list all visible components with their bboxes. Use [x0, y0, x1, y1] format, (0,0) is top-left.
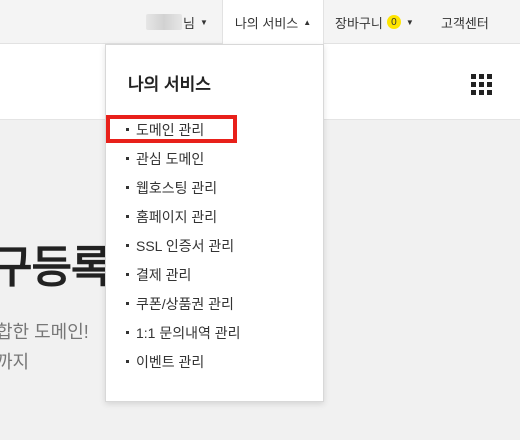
caret-down-icon: ▼	[199, 17, 208, 27]
bullet-icon	[126, 157, 129, 160]
menu-item-webhosting-management[interactable]: 웹호스팅 관리	[106, 173, 323, 202]
customer-center-link[interactable]: 고객센터	[441, 0, 489, 44]
my-service-dropdown: 나의 서비스 도메인 관리 관심 도메인 웹호스팅 관리 홈페이지 관리 SSL…	[105, 44, 324, 402]
dropdown-list: 도메인 관리 관심 도메인 웹호스팅 관리 홈페이지 관리 SSL 인증서 관리…	[106, 115, 323, 376]
user-name-blurred	[146, 14, 182, 30]
bullet-icon	[126, 360, 129, 363]
caret-up-icon: ▲	[303, 18, 312, 27]
bullet-icon	[126, 302, 129, 305]
menu-item-coupon-management[interactable]: 쿠폰/상품권 관리	[106, 289, 323, 318]
top-bar: 님 ▼ 나의 서비스 ▲ 장바구니 0 ▼ 고객센터	[0, 0, 520, 45]
my-service-label: 나의 서비스	[234, 16, 299, 31]
menu-item-favorite-domains[interactable]: 관심 도메인	[106, 144, 323, 173]
dropdown-title: 나의 서비스	[128, 75, 211, 94]
grid-apps-icon[interactable]	[471, 74, 492, 95]
menu-item-homepage-management[interactable]: 홈페이지 관리	[106, 202, 323, 231]
menu-item-payment-management[interactable]: 결제 관리	[106, 260, 323, 289]
hero-subtitle-line1: 합한 도메인!	[0, 322, 89, 342]
cart-menu[interactable]: 장바구니 0 ▼	[335, 0, 414, 44]
menu-item-ssl-management[interactable]: SSL 인증서 관리	[106, 231, 323, 260]
bullet-icon	[126, 273, 129, 276]
menu-item-event-management[interactable]: 이벤트 관리	[106, 347, 323, 376]
cart-label: 장바구니	[335, 15, 383, 31]
bullet-icon	[126, 186, 129, 189]
caret-down-icon: ▼	[405, 17, 414, 27]
my-service-menu[interactable]: 나의 서비스 ▲	[222, 0, 324, 45]
support-label: 고객센터	[441, 15, 489, 31]
hero-title: 구등록	[0, 243, 111, 292]
bullet-icon	[126, 331, 129, 334]
highlight-box	[106, 115, 237, 143]
cart-count-badge: 0	[386, 15, 401, 29]
bullet-icon	[126, 244, 129, 247]
user-suffix: 님	[183, 15, 195, 31]
hero-subtitle-line2: 까지	[0, 352, 30, 372]
user-menu[interactable]: 님 ▼	[146, 0, 208, 44]
menu-item-inquiry-management[interactable]: 1:1 문의내역 관리	[106, 318, 323, 347]
bullet-icon	[126, 215, 129, 218]
